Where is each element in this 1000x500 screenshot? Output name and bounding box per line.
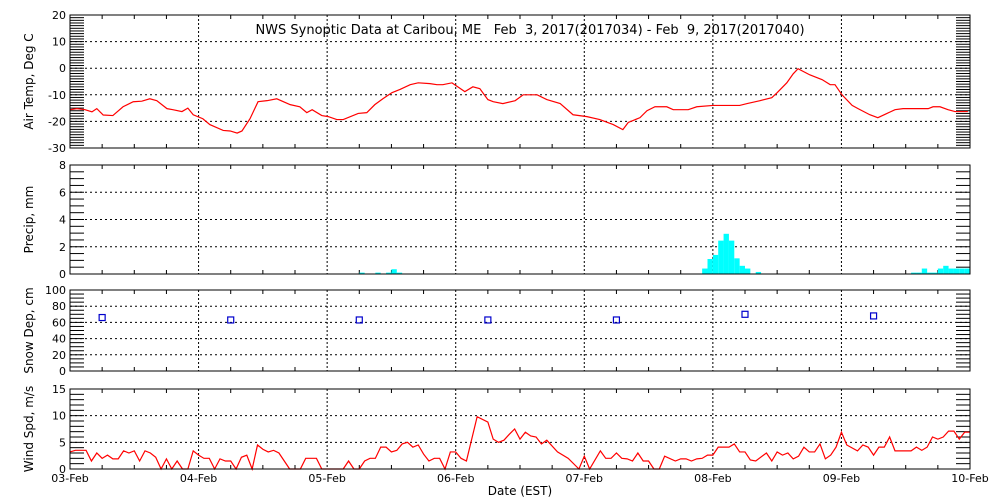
y-tick-label: 100	[45, 284, 66, 297]
wind-speed-series-line	[69, 415, 970, 472]
x-tick-label: 05-Feb	[308, 472, 345, 485]
y-tick-label: -10	[48, 89, 66, 102]
chart-title: NWS Synoptic Data at Caribou, ME Feb 3, …	[255, 23, 804, 38]
snow-depth-marker	[741, 310, 749, 318]
precip-bar	[964, 268, 970, 274]
precip-bar	[921, 268, 928, 274]
precip-bar	[728, 240, 735, 274]
x-axis-label: Date (EST)	[488, 484, 552, 498]
y-tick-label: 0	[59, 62, 66, 75]
precip-bar	[723, 233, 729, 274]
x-tick-label: 07-Feb	[566, 472, 603, 485]
y-axis-label: Snow Dep, cm	[22, 287, 36, 373]
y-tick-label: 20	[52, 9, 66, 22]
y-tick-label: 8	[59, 159, 66, 172]
x-tick-label: 10-Feb	[951, 472, 988, 485]
y-tick-label: -30	[48, 142, 66, 155]
precip-bar	[707, 259, 713, 274]
precip-bar	[953, 268, 960, 274]
y-tick-label: 0	[59, 268, 66, 281]
y-tick-label: 40	[52, 333, 66, 346]
precip-bar	[734, 258, 740, 274]
snow-depth-panel: 100 80 60 40 20 0 Snow Dep, cm	[22, 284, 971, 378]
precip-bar	[391, 269, 397, 274]
snow-depth-marker	[869, 312, 878, 320]
x-tick-label: 09-Feb	[823, 472, 860, 485]
y-tick-label: -20	[48, 115, 66, 128]
snow-depth-marker	[98, 313, 106, 322]
precip-bar	[948, 268, 954, 274]
y-tick-label: 10	[52, 410, 66, 423]
precip-bar	[718, 240, 724, 274]
y-tick-label: 60	[52, 316, 66, 329]
wind-speed-panel: 151050Wind Spd, m/s	[22, 383, 971, 476]
y-tick-label: 5	[59, 436, 66, 449]
x-tick-label: 04-Feb	[180, 472, 217, 485]
x-tick-label: 08-Feb	[694, 472, 731, 485]
y-tick-label: 4	[59, 214, 66, 227]
y-axis-label: Air Temp, Deg C	[22, 33, 36, 129]
snow-depth-frame	[69, 289, 971, 372]
wind-speed-frame	[69, 388, 971, 470]
y-tick-label: 80	[52, 300, 66, 313]
y-axis-label: Wind Spd, m/s	[22, 386, 36, 472]
precip-bar	[745, 268, 751, 274]
x-tick-label: 03-Feb	[51, 472, 88, 485]
precip-bar	[937, 268, 944, 274]
synoptic-chart: NWS Synoptic Data at Caribou, ME Feb 3, …	[22, 9, 989, 498]
precip-bar	[702, 268, 708, 274]
precip-bar	[959, 268, 965, 274]
precip-bar	[712, 254, 719, 274]
y-tick-label: 10	[52, 36, 66, 49]
y-tick-label: 15	[52, 383, 66, 396]
y-tick-label: 20	[52, 349, 66, 362]
air-temp-series-line	[69, 67, 968, 134]
x-tick-label: 06-Feb	[437, 472, 474, 485]
y-tick-label: 2	[59, 241, 66, 254]
y-tick-label: 0	[59, 365, 66, 378]
y-axis-label: Precip, mm	[22, 186, 36, 254]
precip-bar	[943, 265, 949, 274]
precip-bar	[739, 265, 745, 274]
precip-panel: 8 6 4 2 0 Precip, mm	[22, 159, 971, 281]
y-tick-label: 6	[59, 186, 66, 199]
